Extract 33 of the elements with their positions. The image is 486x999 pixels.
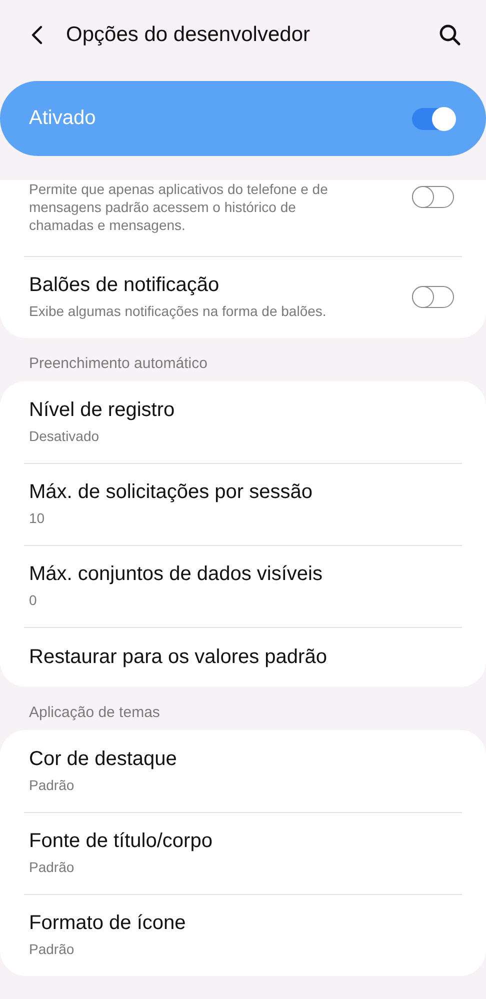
search-icon[interactable] bbox=[438, 23, 462, 47]
setting-summary: Padrão bbox=[29, 858, 76, 876]
setting-row[interactable]: Balões de notificação Exibe algumas notificações na forma de balões. bbox=[0, 256, 486, 338]
setting-title: Máx. de solicitações por sessão bbox=[29, 481, 314, 504]
setting-summary: Desativado bbox=[29, 427, 100, 445]
setting-title: Cor de destaque bbox=[29, 748, 178, 771]
setting-row[interactable]: Nível de registro Desativado bbox=[0, 381, 486, 463]
page-title: Opções do desenvolvedor bbox=[66, 23, 311, 47]
setting-summary: 10 bbox=[29, 509, 46, 527]
setting-row[interactable]: Restaurar para os valores padrão bbox=[0, 627, 486, 687]
section-header: Preenchimento automático bbox=[28, 354, 208, 374]
toggle-switch[interactable] bbox=[412, 186, 454, 208]
setting-summary: Padrão bbox=[29, 940, 76, 958]
toggle-switch[interactable] bbox=[412, 286, 454, 308]
setting-title: Fonte de título/corpo bbox=[29, 830, 214, 853]
setting-row[interactable]: Permite que apenas aplicativos do telefone e de mensagens padrão acessem o histórico de chamadas e mensagens. bbox=[0, 180, 486, 256]
setting-summary: 0 bbox=[29, 591, 38, 609]
setting-row[interactable]: Máx. de solicitações por sessão 10 bbox=[0, 463, 486, 545]
setting-row[interactable]: Máx. conjuntos de dados visíveis 0 bbox=[0, 545, 486, 627]
setting-summary: Exibe algumas notificações na forma de balões. bbox=[29, 302, 328, 320]
setting-title: Formato de ícone bbox=[29, 912, 187, 935]
setting-title: Restaurar para os valores padrão bbox=[29, 646, 328, 668]
setting-row[interactable]: Fonte de título/corpo Padrão bbox=[0, 812, 486, 894]
setting-title: Máx. conjuntos de dados visíveis bbox=[29, 563, 324, 586]
setting-title: Nível de registro bbox=[29, 399, 176, 422]
setting-summary: Permite que apenas aplicativos do telefone e de mensagens padrão acessem o histórico de chamadas e mensagens. bbox=[29, 180, 329, 234]
setting-title: Balões de notificação bbox=[29, 274, 220, 297]
section-header: Aplicação de temas bbox=[28, 703, 161, 723]
setting-row[interactable]: Formato de ícone Padrão bbox=[0, 894, 486, 976]
master-switch-label: Ativado bbox=[29, 107, 97, 130]
toggle-switch[interactable] bbox=[412, 108, 454, 130]
setting-row[interactable]: Cor de destaque Padrão bbox=[0, 730, 486, 812]
setting-summary: Padrão bbox=[29, 776, 76, 794]
